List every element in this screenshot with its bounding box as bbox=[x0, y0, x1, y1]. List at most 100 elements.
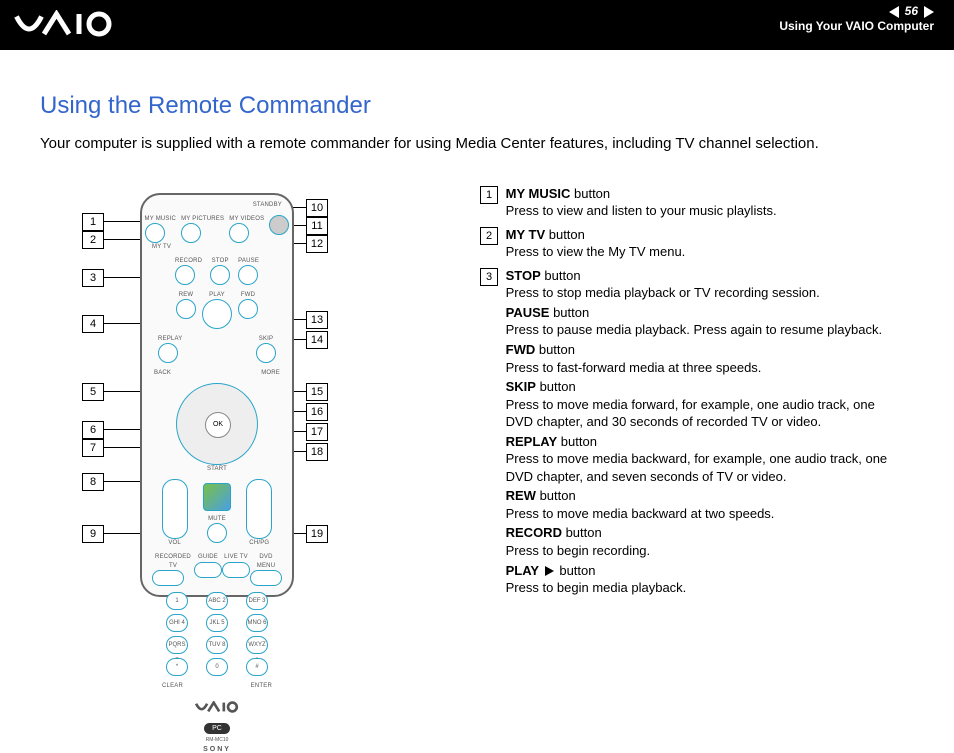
callout-box: 15 bbox=[306, 383, 328, 401]
desc-item-1: 1 MY MUSIC button Press to view and list… bbox=[480, 185, 930, 220]
pause-button bbox=[238, 265, 258, 285]
play-icon bbox=[545, 566, 554, 576]
desc-text: Press to move media backward, for exampl… bbox=[506, 451, 888, 484]
stop-label: STOP bbox=[210, 257, 230, 265]
callout-box: 8 bbox=[82, 473, 104, 491]
prev-page-icon[interactable] bbox=[889, 6, 899, 18]
callout-box: 6 bbox=[82, 421, 104, 439]
callout-box: 2 bbox=[82, 231, 104, 249]
replay-label: REPLAY bbox=[158, 335, 182, 343]
callout-box: 19 bbox=[306, 525, 328, 543]
guide-button bbox=[194, 562, 222, 578]
play-button bbox=[202, 299, 232, 329]
description-list: 1 MY MUSIC button Press to view and list… bbox=[480, 185, 930, 603]
numkey: ABC 2 bbox=[206, 592, 228, 610]
numkey: PQRS 7 bbox=[166, 636, 188, 654]
desc-number: 3 bbox=[480, 268, 498, 286]
desc-title-suffix: button bbox=[557, 434, 597, 449]
record-label: RECORD bbox=[175, 257, 202, 265]
guide-label: GUIDE bbox=[194, 553, 222, 561]
skip-label: SKIP bbox=[256, 335, 276, 343]
desc-title-suffix: button bbox=[562, 525, 602, 540]
desc-title: PLAY bbox=[506, 563, 539, 578]
page-number: 56 bbox=[905, 4, 918, 19]
desc-item-3: 3 STOP button Press to stop media playba… bbox=[480, 267, 930, 597]
mytv-label: MY TV bbox=[142, 243, 292, 251]
mymusic-label: MY MUSIC bbox=[145, 215, 177, 223]
callout-box: 16 bbox=[306, 403, 328, 421]
leader-line bbox=[104, 323, 144, 324]
fwd-label: FWD bbox=[238, 291, 258, 299]
header-bar: 56 Using Your VAIO Computer bbox=[0, 0, 954, 50]
desc-item-2: 2 MY TV button Press to view the My TV m… bbox=[480, 226, 930, 261]
numkey: # bbox=[246, 658, 268, 676]
my-videos-button bbox=[229, 223, 249, 243]
desc-text: Press to view and listen to your music p… bbox=[506, 203, 777, 218]
leader-line bbox=[104, 239, 144, 240]
desc-sub: REW button Press to move media backward … bbox=[506, 487, 906, 522]
dvdmenu-label: DVD MENU bbox=[250, 553, 282, 569]
callout-box: 4 bbox=[82, 315, 104, 333]
standby-button bbox=[269, 215, 289, 235]
live-tv-button bbox=[222, 562, 250, 578]
desc-sub: REPLAY button Press to move media backwa… bbox=[506, 433, 906, 486]
desc-title-suffix: button bbox=[570, 186, 610, 201]
leader-line bbox=[104, 533, 144, 534]
desc-title-suffix: button bbox=[549, 305, 589, 320]
desc-title: MY MUSIC bbox=[506, 186, 571, 201]
volume-rocker bbox=[162, 479, 188, 539]
rew-button bbox=[176, 299, 196, 319]
desc-number: 2 bbox=[480, 227, 498, 245]
my-pictures-button bbox=[181, 223, 201, 243]
numkey: WXYZ 9 bbox=[246, 636, 268, 654]
numkey: GHI 4 bbox=[166, 614, 188, 632]
numkey: 0 bbox=[206, 658, 228, 676]
callout-box: 1 bbox=[82, 213, 104, 231]
desc-title: REW bbox=[506, 488, 536, 503]
channel-rocker bbox=[246, 479, 272, 539]
desc-title: RECORD bbox=[506, 525, 562, 540]
recorded-tv-button bbox=[152, 570, 184, 586]
page-body: Using the Remote Commander Your computer… bbox=[0, 50, 954, 605]
numkey: 1 bbox=[166, 592, 188, 610]
dvd-menu-button bbox=[250, 570, 282, 586]
desc-title-suffix: button bbox=[535, 342, 575, 357]
next-page-icon[interactable] bbox=[924, 6, 934, 18]
enter-label: ENTER bbox=[251, 682, 272, 690]
desc-text: Press to begin recording. bbox=[506, 543, 651, 558]
desc-title-suffix: button bbox=[556, 563, 596, 578]
mute-label: MUTE bbox=[203, 515, 231, 523]
ch-label: CH/PG bbox=[246, 539, 272, 547]
desc-text: Press to stop media playback or TV recor… bbox=[506, 285, 820, 300]
desc-title-suffix: button bbox=[541, 268, 581, 283]
numkey: MNO 6 bbox=[246, 614, 268, 632]
vol-label: VOL bbox=[162, 539, 188, 547]
callout-box: 18 bbox=[306, 443, 328, 461]
desc-title: REPLAY bbox=[506, 434, 558, 449]
page-nav: 56 bbox=[779, 4, 934, 19]
numkey: DEF 3 bbox=[246, 592, 268, 610]
breadcrumb: Using Your VAIO Computer bbox=[779, 19, 934, 34]
desc-title: FWD bbox=[506, 342, 536, 357]
numkey: JKL 5 bbox=[206, 614, 228, 632]
ok-button: OK bbox=[205, 412, 231, 438]
skip-button bbox=[256, 343, 276, 363]
callout-box: 14 bbox=[306, 331, 328, 349]
vaio-logo-icon bbox=[14, 10, 114, 38]
intro-text: Your computer is supplied with a remote … bbox=[40, 134, 930, 154]
callout-box: 17 bbox=[306, 423, 328, 441]
pause-label: PAUSE bbox=[238, 257, 259, 265]
pc-chip: PC bbox=[204, 723, 230, 734]
remote-illustration: STANDBY MY MUSIC MY PICTURES MY VIDEOS bbox=[140, 193, 294, 597]
desc-text: Press to move media forward, for example… bbox=[506, 397, 875, 430]
desc-title-suffix: button bbox=[545, 227, 585, 242]
desc-title-suffix: button bbox=[536, 488, 576, 503]
play-label: PLAY bbox=[202, 291, 232, 299]
callout-box: 7 bbox=[82, 439, 104, 457]
vaio-mini-logo-icon bbox=[142, 700, 292, 718]
model-label: RM-MC10 bbox=[142, 737, 292, 744]
number-pad: 1 ABC 2 DEF 3 GHI 4 JKL 5 MNO 6 PQRS 7 T… bbox=[162, 592, 272, 676]
more-label: MORE bbox=[261, 369, 280, 377]
replay-button bbox=[158, 343, 178, 363]
leader-line bbox=[104, 277, 144, 278]
